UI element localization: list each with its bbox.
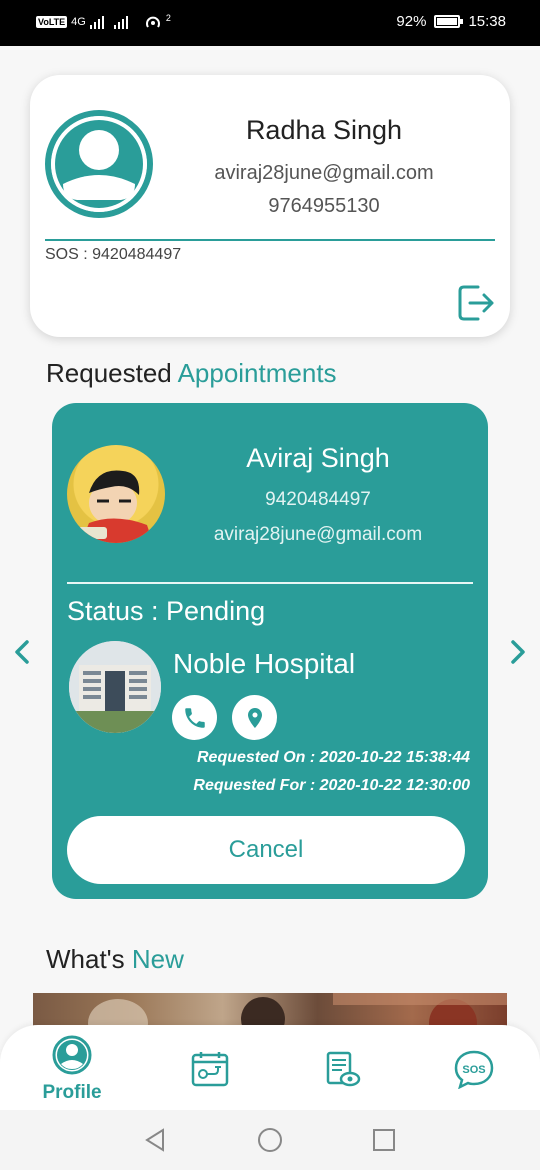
hospital-name: Noble Hospital — [173, 648, 356, 679]
volte-badge: VoLTE — [36, 16, 68, 28]
appointments-title: Requested Appointments — [46, 358, 337, 389]
hotspot-icon — [145, 16, 160, 28]
profile-name: Radha Singh — [245, 115, 403, 145]
appointments-title-accent: Appointments — [177, 358, 337, 388]
nav-appointments[interactable] — [170, 1049, 250, 1094]
doctor-email: aviraj28june@gmail.com — [213, 524, 423, 545]
hotspot-count: 2 — [165, 13, 171, 23]
recents-icon[interactable] — [372, 1128, 396, 1152]
nav-profile-label: Profile — [42, 1082, 102, 1103]
network-type: 4G — [71, 16, 86, 28]
nav-records[interactable] — [302, 1049, 382, 1094]
records-icon — [326, 1051, 361, 1087]
bottom-nav: Profile SOS — [0, 1025, 540, 1110]
chevron-right-icon[interactable] — [506, 638, 530, 666]
home-icon[interactable] — [257, 1127, 283, 1153]
phone-icon — [184, 707, 205, 728]
chevron-left-icon[interactable] — [10, 638, 34, 666]
nav-sos[interactable]: SOS — [434, 1049, 514, 1094]
profile-avatar-icon[interactable] — [45, 110, 153, 218]
profile-divider — [45, 239, 495, 241]
profile-icon — [52, 1035, 92, 1075]
appointment-status: Status : Pending — [67, 596, 266, 626]
whats-new-title: What's New — [46, 944, 184, 975]
status-right: 92% 15:38 — [396, 13, 506, 30]
doctor-phone: 9420484497 — [265, 489, 371, 510]
nav-profile[interactable]: Profile — [32, 1035, 112, 1104]
location-pin-icon — [247, 707, 262, 728]
status-bar: VoLTE 4G 2 92% 15:38 — [0, 0, 540, 46]
hospital-image — [69, 641, 161, 733]
appointment-icon — [191, 1052, 229, 1087]
appointments-title-plain: Requested — [46, 358, 178, 388]
logout-icon[interactable] — [456, 283, 496, 323]
location-button[interactable] — [232, 695, 277, 740]
back-icon[interactable] — [143, 1127, 167, 1153]
requested-for: Requested For : 2020-10-22 12:30:00 — [193, 777, 470, 794]
clock: 15:38 — [468, 13, 506, 30]
battery-icon — [434, 15, 464, 28]
profile-card: Radha Singh aviraj28june@gmail.com 97649… — [30, 75, 510, 337]
svg-text:SOS: SOS — [462, 1064, 485, 1076]
card-divider — [67, 582, 473, 584]
whats-new-title-plain: What's — [46, 944, 132, 974]
status-left: VoLTE 4G 2 — [36, 13, 171, 30]
appointment-card: Aviraj Singh 9420484497 aviraj28june@gma… — [52, 403, 488, 899]
sos-icon: SOS — [454, 1050, 494, 1090]
system-nav-bar — [0, 1110, 540, 1170]
sos-number: SOS : 9420484497 — [45, 246, 182, 263]
requested-on: Requested On : 2020-10-22 15:38:44 — [196, 749, 470, 766]
signal-icon — [89, 16, 128, 29]
cancel-button[interactable]: Cancel — [67, 816, 465, 884]
doctor-name: Aviraj Singh — [246, 443, 390, 473]
profile-email: aviraj28june@gmail.com — [214, 162, 434, 184]
doctor-avatar — [67, 445, 165, 543]
whats-new-title-accent: New — [131, 944, 184, 974]
call-button[interactable] — [172, 695, 217, 740]
profile-phone: 9764955130 — [268, 195, 380, 217]
battery-percent: 92% — [396, 13, 427, 30]
